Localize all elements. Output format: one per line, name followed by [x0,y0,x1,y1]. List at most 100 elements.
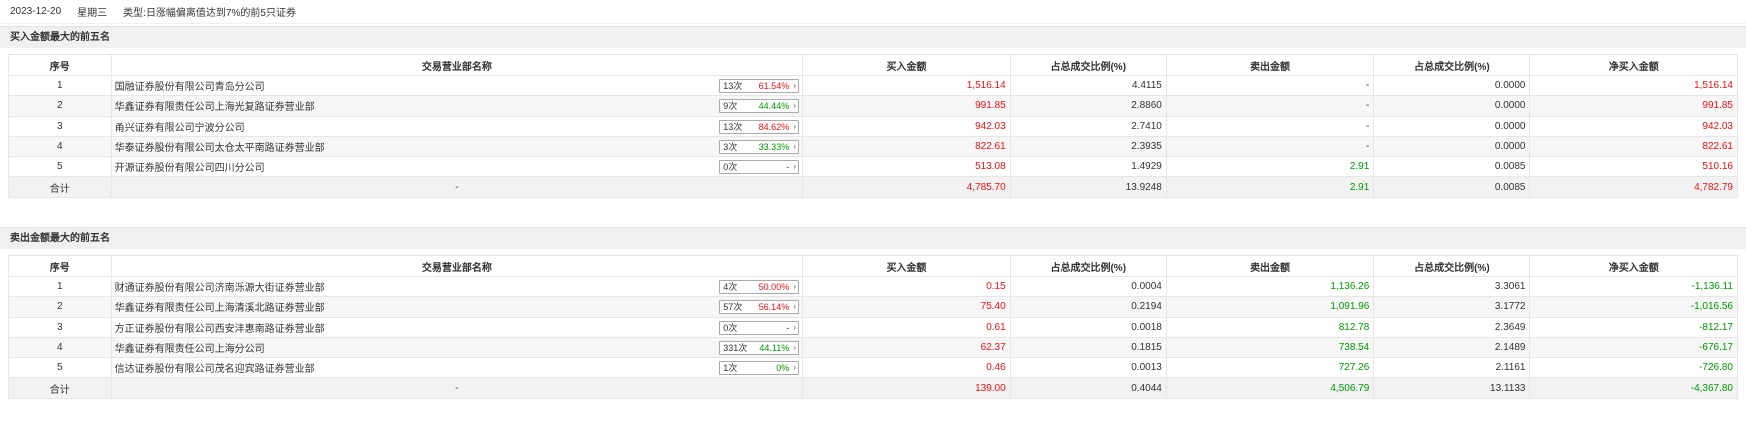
listing-count: 1次 [723,363,738,374]
type-label: 类型: [123,8,146,19]
row-seq: 3 [8,316,112,338]
table-row: 5 信达证券股份有限公司茂名迎宾路证券营业部 1次 0% › 0.46 0.0013 727.… [8,357,1738,379]
table-row: 2 华鑫证券有限责任公司上海光复路证券营业部 9次 44.44% › 991.85 2.88… [8,95,1738,117]
row-seq: 2 [8,296,112,318]
history-stats-button[interactable]: 13次 61.54% › [719,79,800,93]
row-seq: 3 [8,115,112,137]
table-row: 4 华鑫证券有限责任公司上海分公司 331次 44.11% › 62.37 0.1815 73… [8,336,1738,359]
branch-name-link[interactable]: 华鑫证券有限责任公司上海分公司 [115,340,265,355]
buy-ratio: 0.0018 [1009,316,1167,338]
history-stats-button[interactable]: 1次 0% › [719,361,800,376]
history-stats-button[interactable]: 9次 44.44% › [719,99,800,114]
table-header-row: 序号 交易营业部名称 买入金额 占总成交比例(%) 卖出金额 占总成交比例(%)… [8,54,1738,76]
buy-ratio: 4.4115 [1009,74,1167,97]
win-rate: 44.11% [759,342,790,353]
row-seq: 2 [8,95,112,117]
header-buy-ratio: 占总成交比例(%) [1009,255,1167,277]
net-buy-amount: -726.80 [1529,357,1738,379]
history-stats-button[interactable]: 57次 56.14% › [719,300,800,315]
sell-ratio: 0.0000 [1373,115,1531,137]
win-rate: 50.00% [758,282,790,292]
row-seq: 1 [8,74,112,97]
branch-name-link[interactable]: 国融证券股份有限公司青岛分公司 [115,78,265,93]
win-rate: 61.54% [758,81,790,91]
sell-ratio: 2.1489 [1373,336,1531,359]
type-value: 日涨幅偏离值达到7%的前5只证券 [145,8,296,19]
chevron-right-icon: › [793,322,797,332]
listing-count: 13次 [723,81,743,91]
sell-ratio: 2.3649 [1373,316,1531,338]
branch-name-link[interactable]: 方正证券股份有限公司西安沣惠南路证券营业部 [115,320,325,335]
table-row: 1 财通证券股份有限公司济南泺源大街证券营业部 4次 50.00% › 0.15 0.000… [8,275,1738,298]
net-buy-amount: -1,136.11 [1529,275,1738,298]
sell-amount: - [1165,74,1375,97]
table-row: 5 开源证券股份有限公司四川分公司 0次 - › 513.08 1.4929 2.91 0.00… [8,156,1738,178]
win-rate: 44.44% [758,101,790,112]
chevron-right-icon: › [793,162,797,172]
buy-ratio: 0.1815 [1009,336,1167,359]
header-branch-name: 交易营业部名称 [110,54,804,76]
table-header-row: 序号 交易营业部名称 买入金额 占总成交比例(%) 卖出金额 占总成交比例(%)… [8,255,1738,277]
buy-amount: 0.61 [802,316,1011,338]
table-row: 4 华泰证券股份有限公司太仓太平南路证券营业部 3次 33.33% › 822.61 2.3… [8,135,1738,158]
total-label: 合计 [8,176,112,198]
header-buy-amount: 买入金额 [802,255,1011,277]
history-stats-button[interactable]: 0次 - › [719,160,800,175]
history-stats-button[interactable]: 331次 44.11% › [719,340,800,355]
buy-ratio: 1.4929 [1009,156,1167,178]
buy-section-title: 买入金额最大的前五名 [0,26,1746,48]
total-sell-ratio: 13.1133 [1373,377,1531,399]
buy-amount: 1,516.14 [802,74,1011,97]
branch-cell: 方正证券股份有限公司西安沣惠南路证券营业部 0次 - › [110,316,804,338]
table-row: 2 华鑫证券有限责任公司上海清溪北路证券营业部 57次 56.14% › 75.40 0.2… [8,296,1738,318]
win-rate: 0% [776,363,790,374]
table-row: 3 方正证券股份有限公司西安沣惠南路证券营业部 0次 - › 0.61 0.0018 812.… [8,316,1738,338]
history-stats-button[interactable]: 3次 33.33% › [719,139,800,154]
branch-name-link[interactable]: 华泰证券股份有限公司太仓太平南路证券营业部 [115,139,325,154]
trade-date: 2023-12-20 [10,6,62,17]
branch-cell: 甬兴证券有限公司宁波分公司 13次 84.62% › [110,115,804,137]
net-buy-amount: 991.85 [1529,95,1738,117]
win-rate: 33.33% [758,141,790,152]
net-buy-amount: 822.61 [1529,135,1738,158]
net-buy-amount: -1,016.56 [1529,296,1738,318]
buy-ratio: 0.2194 [1009,296,1167,318]
branch-cell: 财通证券股份有限公司济南泺源大街证券营业部 4次 50.00% › [110,275,804,298]
branch-name-link[interactable]: 华鑫证券有限责任公司上海光复路证券营业部 [115,98,315,113]
branch-name-link[interactable]: 信达证券股份有限公司茂名迎宾路证券营业部 [115,360,315,375]
win-rate: - [786,322,790,333]
branch-cell: 华鑫证券有限责任公司上海分公司 331次 44.11% › [110,336,804,359]
branch-name-link[interactable]: 开源证券股份有限公司四川分公司 [115,159,265,174]
branch-name-link[interactable]: 甬兴证券有限公司宁波分公司 [115,119,245,134]
sell-amount: 738.54 [1165,336,1375,359]
win-rate: 84.62% [758,121,790,132]
listing-count: 3次 [723,141,738,152]
history-stats-button[interactable]: 4次 50.00% › [719,280,800,294]
win-rate: - [786,162,790,173]
total-buy-amount: 4,785.70 [802,176,1011,198]
branch-name-link[interactable]: 华鑫证券有限责任公司上海清溪北路证券营业部 [115,299,325,314]
buy-amount: 991.85 [802,95,1011,117]
table-row: 3 甬兴证券有限公司宁波分公司 13次 84.62% › 942.03 2.7410-0.0… [8,115,1738,137]
net-buy-amount: -812.17 [1529,316,1738,338]
buy-amount: 0.46 [802,357,1011,379]
total-branch-placeholder: - [110,377,804,399]
chevron-right-icon: › [793,282,797,291]
sell-amount: 727.26 [1165,357,1375,379]
listing-count: 57次 [723,302,743,313]
branch-name-link[interactable]: 财通证券股份有限公司济南泺源大街证券营业部 [115,279,325,294]
history-stats-button[interactable]: 13次 84.62% › [719,119,800,134]
buy-amount: 0.15 [802,275,1011,298]
header-buy-amount: 买入金额 [802,54,1011,76]
buy-amount: 942.03 [802,115,1011,137]
history-stats-button[interactable]: 0次 - › [719,320,800,335]
total-row: 合计 -4,785.70 13.9248 2.91 0.0085 4,782.79 [8,176,1738,198]
net-buy-amount: -676.17 [1529,336,1738,359]
table-row: 1 国融证券股份有限公司青岛分公司 13次 61.54% › 1,516.14 4.4115… [8,74,1738,97]
buy-ratio: 2.3935 [1009,135,1167,158]
header-sell-ratio: 占总成交比例(%) [1373,255,1531,277]
branch-cell: 信达证券股份有限公司茂名迎宾路证券营业部 1次 0% › [110,357,804,379]
listing-count: 4次 [723,282,738,292]
total-row: 合计 -139.00 0.4044 4,506.79 13.1133 -4,367.80 [8,377,1738,399]
buy-ratio: 2.8860 [1009,95,1167,117]
